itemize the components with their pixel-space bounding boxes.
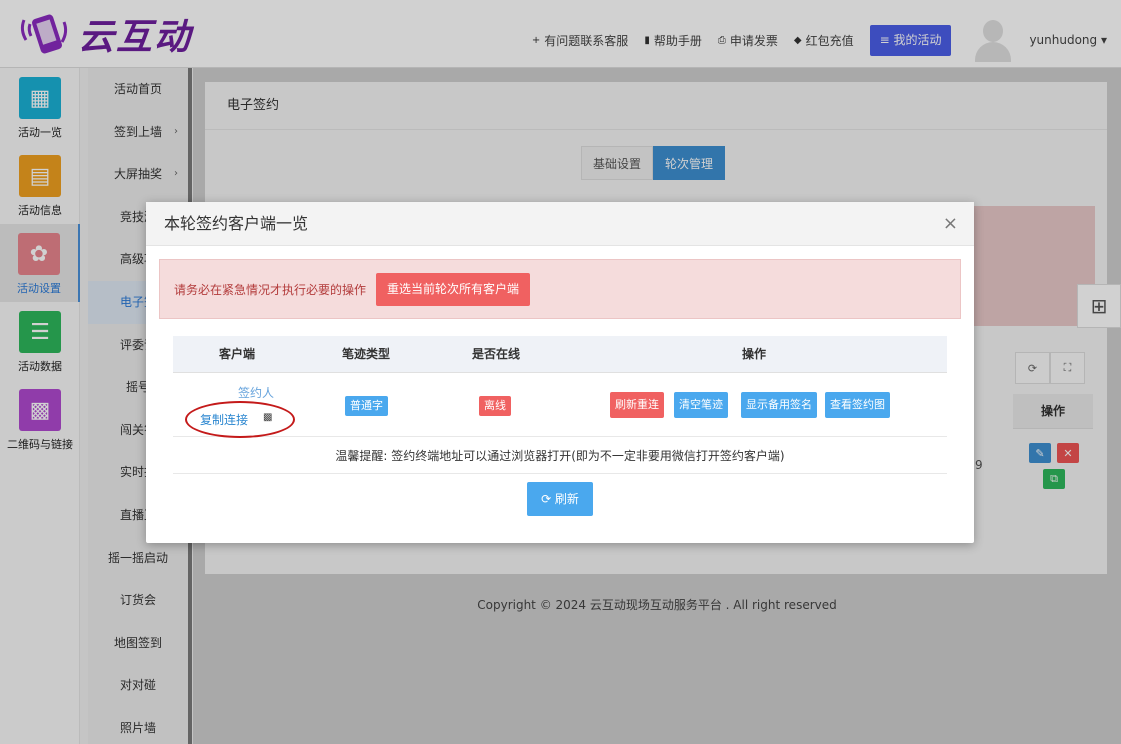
online-status-badge: 离线 bbox=[479, 396, 511, 416]
show-backup-signature-button[interactable]: 显示备用签名 bbox=[741, 392, 817, 418]
copy-link-button[interactable]: 复制连接 bbox=[200, 411, 248, 428]
refresh-reconnect-button[interactable]: 刷新重连 bbox=[610, 392, 664, 418]
view-signature-image-button[interactable]: 查看签约图 bbox=[825, 392, 890, 418]
column-header: 操作 bbox=[741, 347, 766, 361]
warning-text: 请务必在紧急情况才执行必要的操作 bbox=[174, 282, 367, 297]
close-icon[interactable]: × bbox=[943, 202, 958, 246]
refresh-button[interactable]: ⟳ 刷新 bbox=[527, 482, 593, 516]
modal-header: 本轮签约客户端一览 × bbox=[146, 202, 974, 246]
clear-strokes-button[interactable]: 清空笔迹 bbox=[674, 392, 728, 418]
warning-alert: 请务必在紧急情况才执行必要的操作 重选当前轮次所有客户端 bbox=[159, 259, 961, 319]
tip-text: 温馨提醒: 签约终端地址可以通过浏览器打开(即为不一定非要用微信打开签约客户端) bbox=[173, 438, 947, 474]
stroke-type-badge: 普通字 bbox=[345, 396, 388, 416]
column-header: 是否在线 bbox=[471, 347, 520, 361]
table-row: 签约人 复制连接 ▩ 普通字 离线 刷新重连 清空笔迹 显示备用签名 查看签约图 bbox=[173, 373, 947, 438]
column-header: 客户端 bbox=[218, 347, 255, 361]
table-header: 客户端 笔迹类型 是否在线 操作 bbox=[173, 336, 947, 373]
signer-link[interactable]: 签约人 bbox=[238, 384, 274, 401]
qrcode-icon[interactable]: ▩ bbox=[263, 412, 272, 423]
column-header: 笔迹类型 bbox=[341, 347, 390, 361]
reselect-clients-button[interactable]: 重选当前轮次所有客户端 bbox=[376, 272, 531, 306]
modal-title: 本轮签约客户端一览 bbox=[164, 214, 309, 233]
clients-modal: 本轮签约客户端一览 × 请务必在紧急情况才执行必要的操作 重选当前轮次所有客户端… bbox=[146, 202, 974, 543]
